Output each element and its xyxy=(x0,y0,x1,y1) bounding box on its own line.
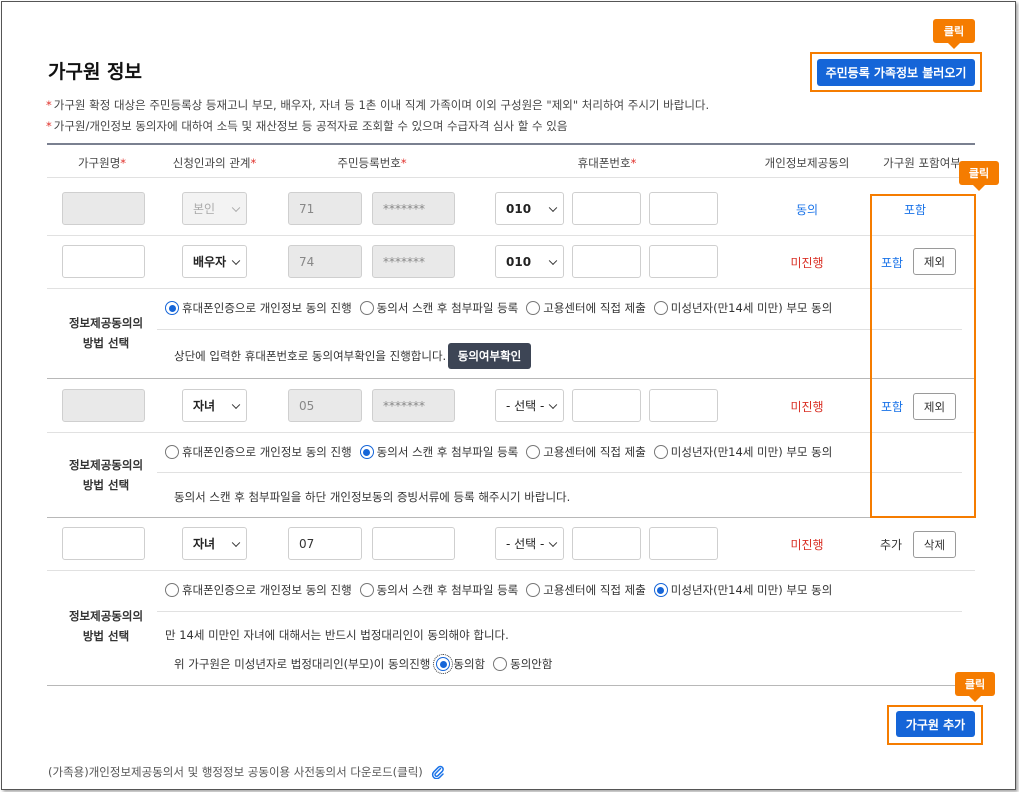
delete-button[interactable]: 삭제 xyxy=(913,531,956,558)
row-divider xyxy=(47,570,975,571)
consent-status: 미진행 xyxy=(790,256,824,270)
phone-prefix-select[interactable]: 010 xyxy=(495,192,564,225)
method-radio-phone[interactable]: 휴대폰인증으로 개인정보 동의 진행 xyxy=(165,444,352,460)
row-divider xyxy=(47,517,975,518)
notice-2: * 가구원/개인정보 동의자에 대하여 소득 및 재산정보 등 공적자료 조회할 … xyxy=(46,119,568,133)
method-radio-phone[interactable]: 휴대폰인증으로 개인정보 동의 진행 xyxy=(165,582,352,598)
rrn-back-input[interactable]: ******* xyxy=(372,245,455,278)
click-badge-1: 클릭 xyxy=(933,19,975,49)
phone-last-input[interactable] xyxy=(649,527,718,560)
phone-prefix-select[interactable]: - 선택 - xyxy=(495,527,564,560)
guardian-agree-radio[interactable]: 동의함 xyxy=(433,654,485,674)
method-info-text: 만 14세 미만인 자녀에 대해서는 반드시 법정대리인이 동의해야 합니다. xyxy=(165,628,509,642)
rrn-front-input[interactable]: 71 xyxy=(288,192,362,225)
guardian-consent-row: 위 가구원은 미성년자로 법정대리인(부모)이 동의진행 동의함 동의안함 xyxy=(174,654,553,674)
phone-middle-input[interactable] xyxy=(572,527,641,560)
chevron-down-icon xyxy=(231,400,241,409)
method-divider xyxy=(157,329,962,330)
add-member-button[interactable]: 가구원 추가 xyxy=(896,711,975,737)
phone-middle-input[interactable] xyxy=(572,192,641,225)
method-radio-group: 휴대폰인증으로 개인정보 동의 진행 동의서 스캔 후 첨부파일 등록 고용센터… xyxy=(165,444,840,460)
include-status: 추가 xyxy=(880,538,903,552)
consent-status: 미진행 xyxy=(790,400,824,414)
table-top-border xyxy=(47,143,975,145)
method-radio-group: 휴대폰인증으로 개인정보 동의 진행 동의서 스캔 후 첨부파일 등록 고용센터… xyxy=(165,300,840,316)
method-label: 정보제공동의의 방법 선택 xyxy=(68,609,144,643)
highlight-box-include xyxy=(870,194,976,518)
phone-prefix-select[interactable]: - 선택 - xyxy=(495,389,564,422)
header-relation: 신청인과의 관계* xyxy=(172,156,257,170)
click-badge-2: 클릭 xyxy=(959,161,999,191)
method-radio-scan[interactable]: 동의서 스캔 후 첨부파일 등록 xyxy=(359,444,518,460)
method-label: 정보제공동의의 방법 선택 xyxy=(68,458,144,492)
row-divider xyxy=(47,432,975,433)
consent-status: 미진행 xyxy=(790,538,824,552)
row-divider xyxy=(47,288,975,289)
rrn-front-input[interactable]: 74 xyxy=(288,245,362,278)
header-divider xyxy=(47,177,975,178)
phone-last-input[interactable] xyxy=(649,389,718,422)
consent-status: 동의 xyxy=(795,203,819,217)
header-consent: 개인정보제공동의 xyxy=(764,156,850,170)
rrn-back-input[interactable]: ******* xyxy=(372,192,455,225)
member-name-input[interactable] xyxy=(62,192,145,225)
header-phone: 휴대폰번호* xyxy=(577,156,637,170)
member-name-input[interactable] xyxy=(62,527,145,560)
method-radio-minor[interactable]: 미성년자(만14세 미만) 부모 동의 xyxy=(653,582,832,598)
method-radio-center[interactable]: 고용센터에 직접 제출 xyxy=(526,300,646,316)
phone-prefix-select[interactable]: 010 xyxy=(495,245,564,278)
row-divider xyxy=(47,235,975,236)
relation-select[interactable]: 배우자 xyxy=(182,245,247,278)
header-include: 가구원 포함여부 xyxy=(883,156,961,170)
method-info-text: 상단에 입력한 휴대폰번호로 동의여부확인을 진행합니다. xyxy=(174,349,447,363)
row-divider xyxy=(47,378,975,379)
notice-1: * 가구원 확정 대상은 주민등록상 등재고니 부모, 배우자, 자녀 등 1촌 … xyxy=(46,98,710,112)
chevron-down-icon xyxy=(231,256,241,265)
rrn-front-input[interactable]: 05 xyxy=(288,389,362,422)
method-divider xyxy=(157,472,962,473)
rrn-back-input[interactable] xyxy=(372,527,455,560)
paperclip-icon xyxy=(431,765,444,779)
method-radio-phone[interactable]: 휴대폰인증으로 개인정보 동의 진행 xyxy=(165,300,352,316)
rrn-back-input[interactable]: ******* xyxy=(372,389,455,422)
header-rrn: 주민등록번호* xyxy=(337,156,407,170)
phone-last-input[interactable] xyxy=(649,192,718,225)
phone-last-input[interactable] xyxy=(649,245,718,278)
chevron-down-icon xyxy=(548,400,558,409)
chevron-down-icon xyxy=(231,538,241,547)
consent-check-button[interactable]: 동의여부확인 xyxy=(448,343,531,369)
relation-select[interactable]: 본인 xyxy=(182,192,247,225)
relation-select[interactable]: 자녀 xyxy=(182,527,247,560)
member-name-input[interactable] xyxy=(62,389,145,422)
method-divider xyxy=(157,611,962,612)
method-label: 정보제공동의의 방법 선택 xyxy=(68,316,144,350)
click-badge-3: 클릭 xyxy=(955,672,995,702)
method-radio-minor[interactable]: 미성년자(만14세 미만) 부모 동의 xyxy=(653,300,832,316)
method-radio-center[interactable]: 고용센터에 직접 제출 xyxy=(526,582,646,598)
page-title: 가구원 정보 xyxy=(48,61,143,83)
download-link[interactable]: (가족용)개인정보제공동의서 및 행정정보 공동이용 사전동의서 다운로드(클릭… xyxy=(48,764,445,780)
member-name-input[interactable] xyxy=(62,245,145,278)
relation-select[interactable]: 자녀 xyxy=(182,389,247,422)
chevron-down-icon xyxy=(548,256,558,265)
load-family-info-button[interactable]: 주민등록 가족정보 불러오기 xyxy=(817,59,975,86)
method-radio-group: 휴대폰인증으로 개인정보 동의 진행 동의서 스캔 후 첨부파일 등록 고용센터… xyxy=(165,582,840,598)
header-name: 가구원명* xyxy=(77,156,127,170)
phone-middle-input[interactable] xyxy=(572,389,641,422)
rrn-front-input[interactable]: 07 xyxy=(288,527,362,560)
page-frame: 가구원 정보 주민등록 가족정보 불러오기 클릭 * 가구원 확정 대상은 주민등… xyxy=(1,1,1016,790)
chevron-down-icon xyxy=(548,538,558,547)
method-radio-scan[interactable]: 동의서 스캔 후 첨부파일 등록 xyxy=(359,300,518,316)
guardian-disagree-radio[interactable]: 동의안함 xyxy=(493,656,552,672)
chevron-down-icon xyxy=(231,203,241,212)
chevron-down-icon xyxy=(548,203,558,212)
method-radio-minor[interactable]: 미성년자(만14세 미만) 부모 동의 xyxy=(653,444,832,460)
method-radio-scan[interactable]: 동의서 스캔 후 첨부파일 등록 xyxy=(359,582,518,598)
phone-middle-input[interactable] xyxy=(572,245,641,278)
method-info-text: 동의서 스캔 후 첨부파일을 하단 개인정보동의 증빙서류에 등록 해주시기 바… xyxy=(174,490,571,504)
table-bottom-border xyxy=(47,685,975,686)
method-radio-center[interactable]: 고용센터에 직접 제출 xyxy=(526,444,646,460)
